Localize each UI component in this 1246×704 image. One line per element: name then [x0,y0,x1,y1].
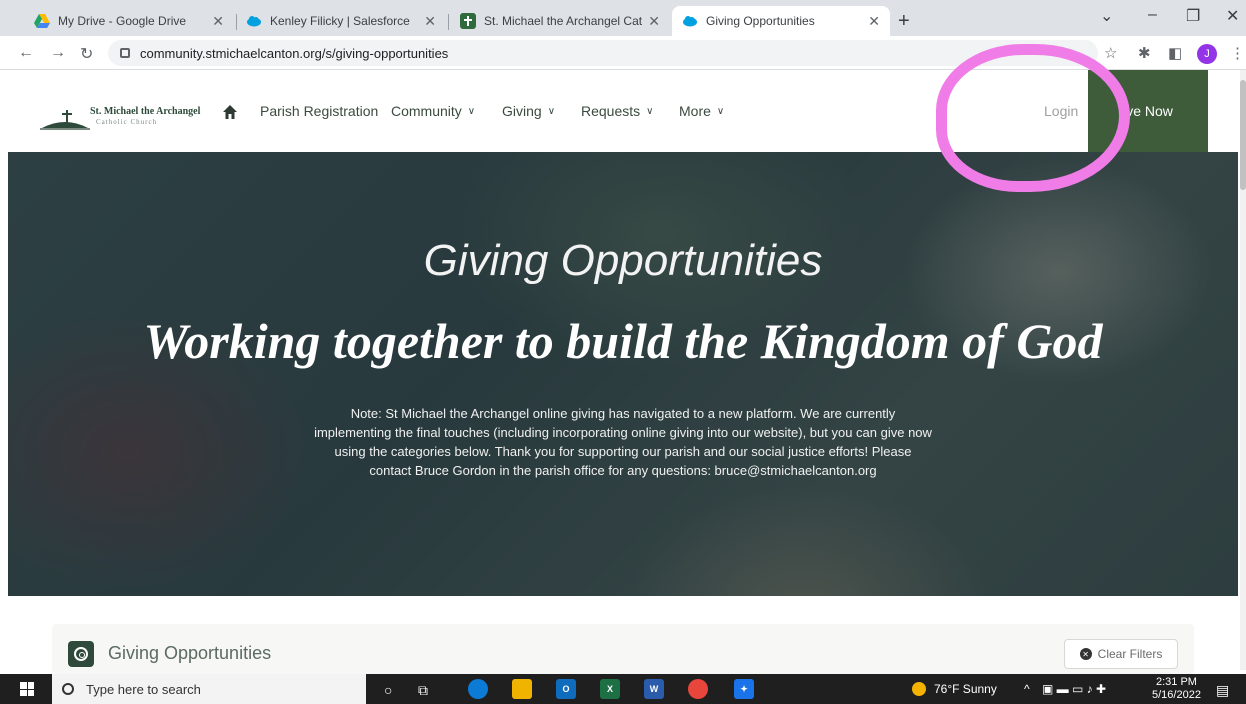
tab-close-icon[interactable]: ✕ [424,13,436,30]
tray-chevron-icon[interactable]: ^ [1024,682,1030,696]
salesforce-cloud-icon [247,16,261,27]
weather-sun-icon [912,682,926,696]
word-icon[interactable]: W [644,679,664,699]
restore-icon[interactable]: ❐ [1186,6,1200,26]
close-window-icon[interactable]: ✕ [1226,6,1239,26]
address-bar[interactable]: community.stmichaelcanton.org/s/giving-o… [108,40,1098,66]
hero-banner: Giving Opportunities Working together to… [8,152,1238,596]
logo-subtitle: Catholic Church [96,118,158,126]
church-cross-icon [460,13,476,29]
hero-subtitle: Working together to build the Kingdom of… [143,313,1103,369]
scrollbar-thumb[interactable] [1240,80,1246,190]
nav-community[interactable]: Community ∨ [391,103,475,119]
tab-search-icon[interactable]: ⌄ [1100,6,1113,26]
minimize-icon[interactable]: – [1148,6,1157,24]
forward-arrow-icon[interactable]: → [50,44,66,62]
tab-title: Giving Opportunities [706,14,815,28]
url-text: community.stmichaelcanton.org/s/giving-o… [140,45,449,61]
clear-x-icon: ✕ [1079,648,1092,660]
clear-filters-label: Clear Filters [1097,647,1163,661]
hero-note: Note: St Michael the Archangel online gi… [314,406,932,478]
tab-title: Kenley Filicky | Salesforce [270,14,410,28]
chevron-down-icon: ∨ [646,105,654,117]
nav-requests[interactable]: Requests ∨ [581,103,653,119]
search-placeholder: Type here to search [86,681,201,697]
new-tab-button[interactable]: + [898,10,910,33]
taskbar-search[interactable]: Type here to search [52,674,366,704]
profile-avatar[interactable]: J [1197,44,1217,64]
section-title: Giving Opportunities [108,643,272,663]
tab-close-icon[interactable]: ✕ [868,13,880,30]
tab-separator [448,14,449,30]
clock-time: 2:31 PM [1155,676,1197,688]
file-explorer-icon[interactable] [512,679,532,699]
nav-label: Giving [502,103,542,119]
edge-icon[interactable] [468,679,488,699]
weather-text[interactable]: 76°F Sunny [934,682,997,696]
side-panel-icon[interactable]: ◧ [1168,44,1182,62]
browser-tab-strip: My Drive - Google Drive ✕ Kenley Filicky… [0,0,1246,36]
chevron-down-icon: ∨ [716,105,725,117]
outlook-icon[interactable]: O [556,679,576,699]
give-now-button[interactable]: ive Now [1088,70,1208,152]
tab-salesforce[interactable]: Kenley Filicky | Salesforce ✕ [236,6,446,36]
excel-icon[interactable]: X [600,679,620,699]
nav-label: Community [391,103,462,119]
login-link[interactable]: Login [1044,103,1078,119]
nav-label: Requests [581,103,641,119]
search-icon [62,683,74,695]
cortana-circle-icon[interactable]: ○ [384,682,392,698]
back-arrow-icon[interactable]: ← [18,44,34,62]
hero-title: Giving Opportunities [423,236,823,285]
extensions-puzzle-icon[interactable]: ✱ [1138,44,1151,62]
logo-name: St. Michael the Archangel [90,106,201,117]
tab-close-icon[interactable]: ✕ [648,13,660,30]
dropbox-icon[interactable]: ✦ [734,679,754,699]
chrome-icon[interactable] [688,679,708,699]
tab-title: My Drive - Google Drive [58,14,187,28]
system-clock[interactable]: 2:31 PM 5/16/2022 [1152,676,1201,702]
bookmark-star-icon[interactable]: ☆ [1104,44,1117,62]
salesforce-cloud-icon [683,16,697,27]
windows-taskbar: Type here to search ○ ⧉ O X W ✦ 76°F Sun… [0,674,1246,704]
windows-start-icon[interactable] [20,682,34,696]
site-header: St. Michael the Archangel Catholic Churc… [0,70,1240,152]
tab-close-icon[interactable]: ✕ [212,13,224,30]
clear-filters-button[interactable]: ✕ Clear Filters [1064,639,1178,669]
tab-title: St. Michael the Archangel Cathol [484,14,643,28]
chevron-down-icon: ∨ [467,105,476,117]
reload-icon[interactable]: ↻ [80,44,93,64]
task-view-icon[interactable]: ⧉ [418,682,428,699]
lock-icon [120,48,130,58]
browser-toolbar: ← → ↻ community.stmichaelcanton.org/s/gi… [0,36,1246,70]
nav-more[interactable]: More ∨ [679,103,724,119]
tab-giving-opportunities[interactable]: Giving Opportunities ✕ [672,6,890,36]
clock-date: 5/16/2022 [1152,689,1201,701]
menu-kebab-icon[interactable]: ⋮ [1230,44,1245,62]
nav-label: More [679,103,711,119]
nav-label: Parish Registration [260,103,379,119]
tray-icons[interactable]: ▣ ▬ ▭ ♪ ✚ [1042,682,1106,696]
nav-parish-registration[interactable]: Parish Registration [260,103,378,119]
tab-st-michael[interactable]: St. Michael the Archangel Cathol ✕ [450,6,670,36]
home-icon[interactable] [222,104,238,120]
notifications-icon[interactable]: ▤ [1216,682,1229,699]
tab-google-drive[interactable]: My Drive - Google Drive ✕ [24,6,234,36]
google-drive-icon [34,14,50,28]
target-icon [68,641,94,667]
nav-giving[interactable]: Giving ∨ [502,103,555,119]
chevron-down-icon: ∨ [547,105,556,117]
